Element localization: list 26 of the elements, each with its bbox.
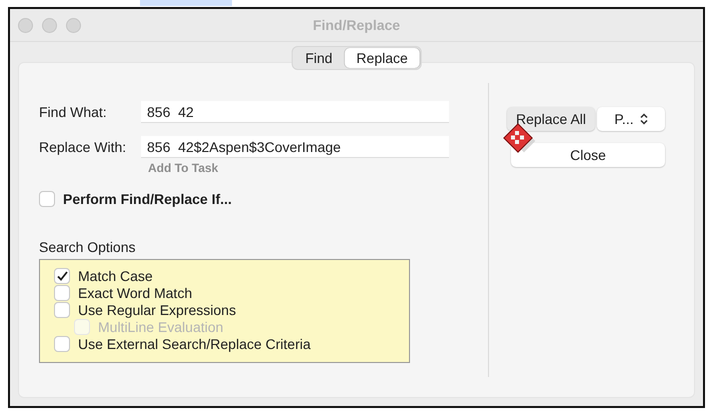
close-button[interactable]: Close [511,143,665,167]
field-label: Replace With: [39,139,128,155]
section-title: Search Options [39,239,136,255]
popup-button[interactable]: P... [597,107,665,131]
checkbox-label: Perform Find/Replace If... [63,191,232,207]
chevron-updown-icon [640,113,648,125]
window-control[interactable] [66,18,81,32]
checkbox[interactable] [54,336,70,352]
field-label: Find What: [39,104,108,120]
window-title: Find/Replace [312,17,400,33]
option-label: Exact Word Match [78,285,192,301]
input-field[interactable]: 856 42 [141,101,449,123]
checkbox[interactable] [54,302,70,318]
tab[interactable]: Replace [344,48,420,68]
checkbox[interactable] [39,191,55,207]
checkbox[interactable] [54,268,70,284]
input-field[interactable]: 856 42$2Aspen$3CoverImage [141,136,449,158]
option-label: MultiLine Evaluation [98,319,224,335]
option-label: Use External Search/Replace Criteria [78,336,311,352]
window-control[interactable] [18,18,33,32]
replace-all-button[interactable]: Replace All [507,107,595,131]
window-control[interactable] [42,18,57,32]
checkbox[interactable] [54,285,70,301]
option-label: Use Regular Expressions [78,302,236,318]
tab[interactable]: Find [293,48,344,68]
option-label: Match Case [78,268,153,284]
